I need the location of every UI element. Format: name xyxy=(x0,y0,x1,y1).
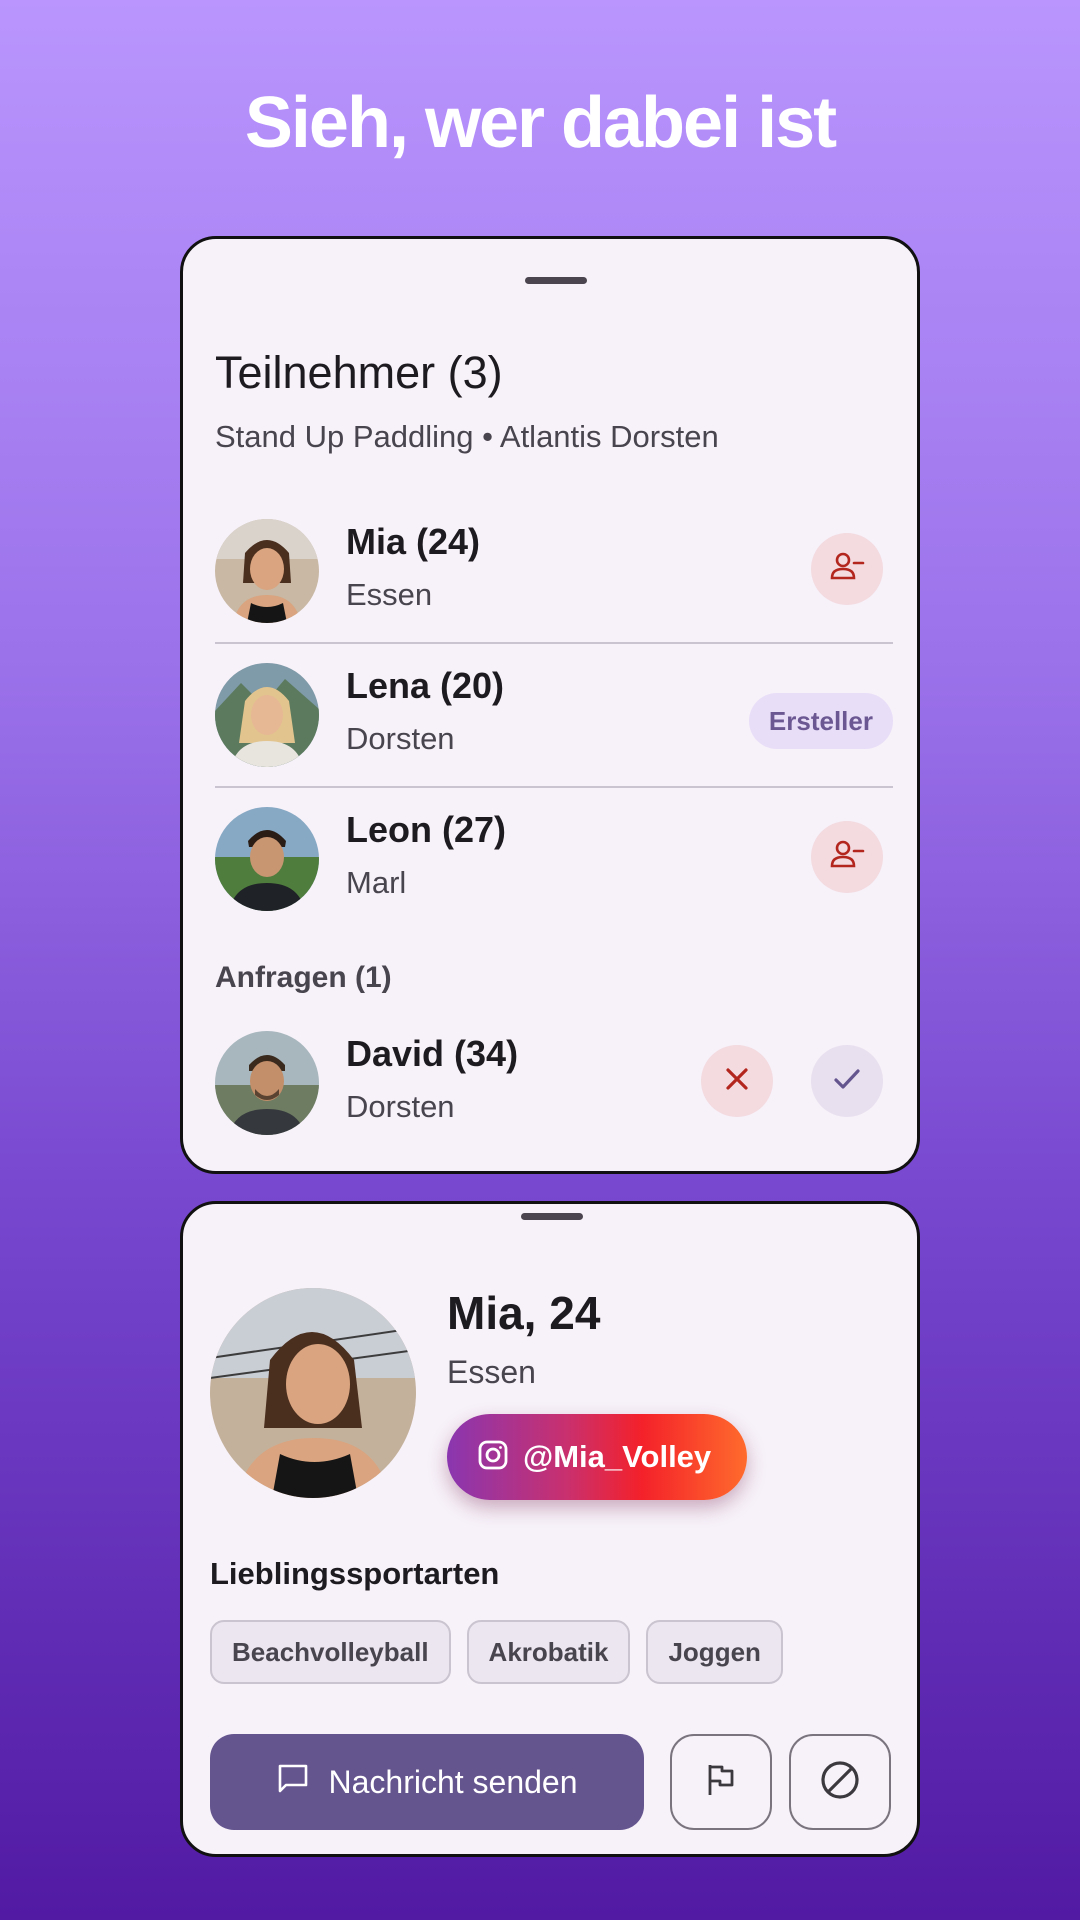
instagram-button[interactable]: @Mia_Volley xyxy=(447,1414,747,1500)
remove-participant-button[interactable] xyxy=(811,533,883,605)
sport-chip: Beachvolleyball xyxy=(210,1620,451,1684)
participant-name: Leon (27) xyxy=(346,809,507,850)
participant-row-mia[interactable]: Mia (24) Essen xyxy=(215,499,893,643)
participant-city: Dorsten xyxy=(346,1089,455,1124)
remove-person-icon xyxy=(827,835,867,880)
sport-chip: Akrobatik xyxy=(466,1620,631,1684)
profile-sheet: Mia, 24 Essen @Mia_Volley Lieblingssport… xyxy=(180,1201,920,1857)
drag-handle[interactable] xyxy=(521,1213,583,1220)
remove-participant-button[interactable] xyxy=(811,821,883,893)
reject-request-button[interactable] xyxy=(701,1045,773,1117)
avatar xyxy=(215,663,319,767)
sports-chips: Beachvolleyball Akrobatik Joggen xyxy=(210,1620,783,1684)
avatar xyxy=(215,1031,319,1135)
participant-name: Mia (24) xyxy=(346,521,481,562)
send-message-label: Nachricht senden xyxy=(328,1763,578,1800)
block-icon xyxy=(818,1758,862,1807)
chat-icon xyxy=(276,1761,310,1803)
accept-request-button[interactable] xyxy=(811,1045,883,1117)
participants-sheet: Teilnehmer (3) Stand Up Paddling • Atlan… xyxy=(180,236,920,1174)
instagram-handle: @Mia_Volley xyxy=(523,1439,712,1474)
sport-chip: Joggen xyxy=(646,1620,783,1684)
report-button[interactable] xyxy=(670,1734,772,1830)
remove-person-icon xyxy=(827,547,867,592)
request-row-david[interactable]: David (34) Dorsten xyxy=(215,1011,893,1155)
participant-row-leon[interactable]: Leon (27) Marl xyxy=(215,787,893,931)
participant-row-lena[interactable]: Lena (20) Dorsten Ersteller xyxy=(215,643,893,787)
block-button[interactable] xyxy=(789,1734,891,1830)
instagram-icon xyxy=(477,1439,509,1476)
favorite-sports-title: Lieblingssportarten xyxy=(210,1556,500,1591)
drag-handle[interactable] xyxy=(525,277,587,284)
participant-name: David (34) xyxy=(346,1033,519,1074)
reject-icon xyxy=(721,1063,753,1100)
event-subtitle: Stand Up Paddling • Atlantis Dorsten xyxy=(215,419,719,454)
participant-city: Essen xyxy=(346,577,433,612)
avatar xyxy=(215,519,319,623)
avatar xyxy=(215,807,319,911)
flag-icon xyxy=(702,1761,740,1804)
participants-title: Teilnehmer (3) xyxy=(215,347,503,398)
participant-city: Marl xyxy=(346,865,407,900)
profile-avatar xyxy=(210,1288,416,1498)
accept-icon xyxy=(830,1062,864,1101)
participant-city: Dorsten xyxy=(346,721,455,756)
send-message-button[interactable]: Nachricht senden xyxy=(210,1734,644,1830)
page-headline: Sieh, wer dabei ist xyxy=(244,83,837,163)
profile-city: Essen xyxy=(447,1354,536,1390)
profile-name: Mia, 24 xyxy=(447,1287,601,1339)
requests-label: Anfragen (1) xyxy=(215,961,392,994)
creator-badge: Ersteller xyxy=(748,693,893,749)
participant-name: Lena (20) xyxy=(346,665,505,706)
